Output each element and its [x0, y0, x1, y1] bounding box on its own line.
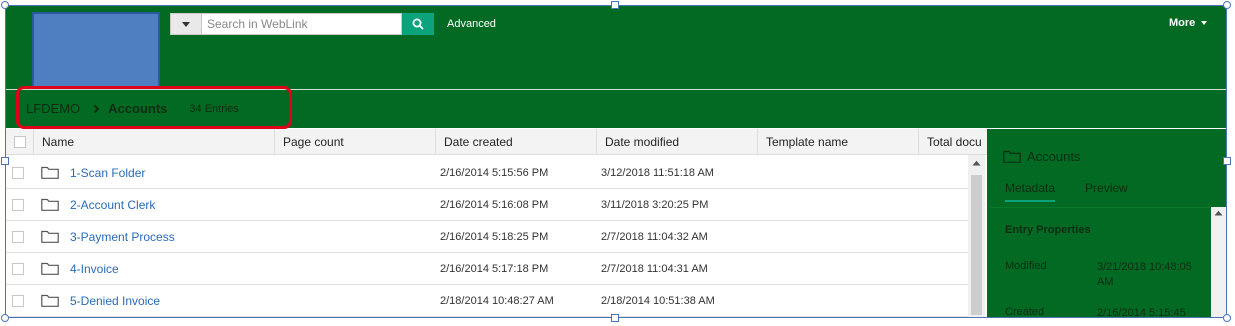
- panel-scrollbar[interactable]: [1211, 207, 1226, 317]
- metadata-content: Entry Properties Modified 3/21/2018 10:4…: [991, 207, 1211, 318]
- resize-handle[interactable]: [1223, 157, 1231, 165]
- scroll-up-icon[interactable]: [972, 160, 981, 166]
- resize-handle[interactable]: [1, 314, 9, 322]
- prop-label-modified: Modified: [1005, 260, 1047, 272]
- date-modified: 2/7/2018 11:04:31 AM: [601, 263, 708, 275]
- date-modified: 2/7/2018 11:04:32 AM: [601, 231, 708, 243]
- advanced-search-link[interactable]: Advanced: [447, 18, 496, 30]
- column-header-date-modified[interactable]: Date modified: [597, 129, 758, 155]
- folder-icon: [41, 198, 59, 211]
- date-modified: 2/18/2014 10:51:38 AM: [601, 295, 715, 307]
- scrollbar-thumb[interactable]: [971, 175, 982, 315]
- details-panel: Accounts Metadata Preview Entry Properti…: [987, 129, 1226, 318]
- table-row[interactable]: 4-Invoice 2/16/2014 5:17:18 PM 2/7/2018 …: [6, 253, 968, 285]
- highlight-annotation: [16, 86, 292, 129]
- table-header: Name Page count Date created Date modifi…: [6, 129, 987, 155]
- folder-icon: [41, 230, 59, 243]
- search-bar: [170, 13, 434, 35]
- chevron-down-icon: [1201, 21, 1208, 25]
- resize-handle[interactable]: [1, 1, 9, 9]
- table-scrollbar[interactable]: [968, 155, 985, 317]
- entry-name-link[interactable]: 5-Denied Invoice: [70, 285, 160, 317]
- row-checkbox[interactable]: [12, 295, 24, 307]
- entry-name-link[interactable]: 1-Scan Folder: [70, 157, 145, 189]
- search-button[interactable]: [402, 13, 434, 35]
- more-menu-button[interactable]: More: [1169, 17, 1208, 29]
- panel-tabs: Metadata Preview: [1005, 181, 1128, 202]
- prop-value-created: 2/16/2014 5:15:45: [1097, 307, 1186, 318]
- row-checkbox[interactable]: [12, 199, 24, 211]
- select-all-cell: [6, 129, 34, 155]
- date-created: 2/16/2014 5:16:08 PM: [440, 199, 549, 211]
- row-checkbox[interactable]: [12, 263, 24, 275]
- search-scope-dropdown[interactable]: [170, 13, 202, 35]
- table-row[interactable]: 1-Scan Folder 2/16/2014 5:15:56 PM 3/12/…: [6, 157, 968, 189]
- date-modified: 3/12/2018 11:51:18 AM: [601, 167, 714, 179]
- scroll-up-icon[interactable]: [1214, 210, 1223, 216]
- date-created: 2/16/2014 5:18:25 PM: [440, 231, 549, 243]
- tab-metadata[interactable]: Metadata: [1005, 181, 1056, 202]
- column-header-date-created[interactable]: Date created: [436, 129, 597, 155]
- entry-name-link[interactable]: 3-Payment Process: [70, 221, 175, 253]
- panel-title-text: Accounts: [1027, 149, 1081, 164]
- date-created: 2/16/2014 5:15:56 PM: [440, 167, 549, 179]
- chevron-down-icon: [182, 21, 190, 27]
- table-row[interactable]: 5-Denied Invoice 2/18/2014 10:48:27 AM 2…: [6, 285, 968, 317]
- logo-placeholder: [32, 12, 160, 88]
- app-window: Advanced More LFDEMO Accounts 34 Entries…: [5, 5, 1227, 318]
- search-input[interactable]: [202, 13, 402, 35]
- entry-table: Name Page count Date created Date modifi…: [6, 129, 987, 317]
- column-header-total-documents[interactable]: Total docu: [919, 129, 987, 155]
- table-row[interactable]: 2-Account Clerk 2/16/2014 5:16:08 PM 3/1…: [6, 189, 968, 221]
- row-checkbox[interactable]: [12, 167, 24, 179]
- entry-name-link[interactable]: 2-Account Clerk: [70, 189, 155, 221]
- prop-label-created: Created: [1005, 306, 1045, 318]
- tab-preview[interactable]: Preview: [1085, 181, 1128, 202]
- date-created: 2/16/2014 5:17:18 PM: [440, 263, 549, 275]
- column-header-page-count[interactable]: Page count: [275, 129, 436, 155]
- top-bar: Advanced More: [6, 6, 1226, 90]
- resize-handle[interactable]: [1, 157, 9, 165]
- more-label: More: [1169, 17, 1196, 29]
- panel-title: Accounts: [1003, 149, 1080, 164]
- select-all-checkbox[interactable]: [14, 136, 26, 148]
- section-heading: Entry Properties: [1005, 224, 1091, 236]
- table-row[interactable]: 3-Payment Process 2/16/2014 5:18:25 PM 2…: [6, 221, 968, 253]
- date-created: 2/18/2014 10:48:27 AM: [440, 295, 554, 307]
- search-icon: [412, 18, 424, 30]
- folder-icon: [1003, 150, 1021, 163]
- column-header-template-name[interactable]: Template name: [758, 129, 919, 155]
- resize-handle[interactable]: [611, 314, 619, 322]
- folder-icon: [41, 294, 59, 307]
- resize-handle[interactable]: [1223, 314, 1231, 322]
- entry-name-link[interactable]: 4-Invoice: [70, 253, 119, 285]
- prop-value-modified: 3/21/2018 10:48:05 AM: [1097, 261, 1192, 288]
- row-checkbox[interactable]: [12, 231, 24, 243]
- date-modified: 3/11/2018 3:20:25 PM: [601, 199, 709, 211]
- folder-icon: [41, 262, 59, 275]
- resize-handle[interactable]: [1223, 1, 1231, 9]
- resize-handle[interactable]: [611, 1, 619, 9]
- column-header-name[interactable]: Name: [34, 129, 275, 155]
- folder-icon: [41, 166, 59, 179]
